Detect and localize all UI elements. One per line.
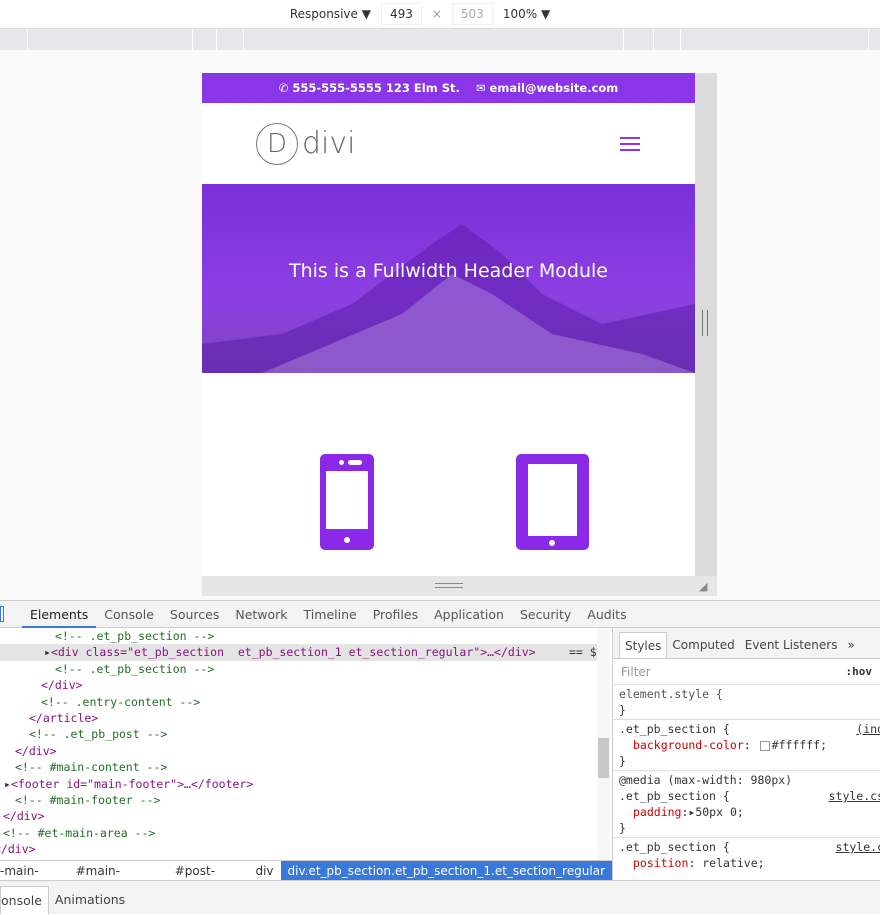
phone-info: ✆ 555-555-5555 123 Elm St.	[279, 81, 460, 95]
dom-line[interactable]: </div>	[0, 841, 597, 857]
dom-line-text: <footer id="main-footer">…</footer>	[10, 776, 254, 791]
dom-line[interactable]: <!-- #et-main-area -->	[0, 825, 597, 841]
rule-source-link[interactable]: style.cs	[829, 788, 880, 804]
rule-close: }	[619, 703, 626, 717]
rule-source-link[interactable]: style.c	[836, 839, 880, 855]
rule-close: }	[619, 754, 626, 768]
property-value[interactable]: 50px 0;	[695, 805, 743, 819]
dom-line[interactable]: <!-- #main-content -->	[0, 759, 597, 775]
email-link[interactable]: email@website.com	[490, 81, 619, 95]
smartphone-icon	[320, 454, 374, 550]
dom-line[interactable]: <!-- .et_pb_post -->	[0, 726, 597, 742]
breadcrumb-item[interactable]: -main-area	[0, 861, 69, 898]
rule-source-link[interactable]: (ind	[856, 721, 880, 737]
dom-line[interactable]: </article>	[0, 710, 597, 726]
tab-styles[interactable]: Styles	[619, 632, 668, 658]
logo-mark: D	[256, 122, 298, 165]
media-query: @media (max-width: 980px)	[619, 773, 793, 787]
dom-tree: <!-- .et_pb_section --> ▸<div class="et_…	[0, 628, 597, 860]
tab-network[interactable]: Network	[227, 601, 295, 628]
height-resize-handle[interactable]: ◢	[202, 576, 717, 596]
rule-selector: .et_pb_section {	[619, 722, 730, 736]
devtools-tabbar: Elements Console Sources Network Timelin…	[0, 600, 880, 628]
dom-line-footer[interactable]: ▸<footer id="main-footer">…</footer>	[0, 776, 597, 792]
rule-close: }	[619, 821, 626, 835]
device-toolbar: Responsive ▼ 493 × 503 100% ▼	[0, 0, 880, 29]
inspect-icon[interactable]	[0, 606, 4, 622]
times-sign: ×	[431, 7, 442, 21]
css-rule: .et_pb_section { style.c position: relat…	[613, 838, 880, 872]
width-resize-handle[interactable]	[695, 73, 717, 596]
site-header: D divi	[202, 103, 695, 184]
dom-line[interactable]: <!-- .entry-content -->	[0, 694, 597, 710]
device-viewport[interactable]: ✆ 555-555-5555 123 Elm St. ✉ email@websi…	[202, 73, 695, 576]
tab-timeline[interactable]: Timeline	[296, 601, 365, 628]
dom-line[interactable]: </div>	[0, 743, 597, 759]
color-swatch[interactable]	[759, 740, 770, 751]
dom-line[interactable]: <!-- .et_pb_section -->	[0, 661, 597, 677]
property-value[interactable]: relative;	[702, 856, 764, 870]
hamburger-menu-icon[interactable]	[620, 133, 640, 155]
tab-application[interactable]: Application	[426, 601, 512, 628]
filter-input[interactable]: Filter	[621, 665, 651, 679]
device-select[interactable]: Responsive ▼	[290, 7, 371, 21]
tab-security[interactable]: Security	[512, 601, 579, 628]
tab-computed[interactable]: Computed	[667, 632, 739, 658]
fullwidth-header: This is a Fullwidth Header Module	[202, 184, 695, 373]
email-info[interactable]: ✉ email@website.com	[476, 81, 618, 95]
css-rule: .et_pb_section { (ind background-color: …	[613, 720, 880, 771]
styles-filter[interactable]: Filter :hov	[613, 659, 880, 685]
width-input[interactable]: 493	[380, 3, 422, 25]
media-query-bar[interactable]	[0, 29, 880, 50]
tab-profiles[interactable]: Profiles	[365, 601, 426, 628]
zoom-select[interactable]: 100% ▼	[503, 7, 550, 21]
dom-tree-scrollbar[interactable]	[597, 628, 610, 860]
property-name[interactable]: padding	[633, 805, 681, 819]
hov-toggle[interactable]: :hov	[846, 665, 873, 678]
phone-icon: ✆	[278, 81, 289, 95]
corner-resize-icon[interactable]: ◢	[699, 580, 707, 593]
dom-line-text: <div class="et_pb_section et_pb_section_…	[50, 645, 536, 660]
logo-text: divi	[302, 126, 356, 161]
css-rule: @media (max-width: 980px) .et_pb_section…	[613, 771, 880, 838]
css-rule: element.style { }	[613, 685, 880, 720]
breadcrumb: -main-area #main-content #post-3529 div …	[0, 860, 613, 898]
selected-marker: == $0	[569, 645, 597, 660]
site-logo[interactable]: D divi	[256, 122, 356, 165]
drawer-tabbar: onsole Animations	[0, 880, 880, 914]
styles-tabbar: Styles Computed Event Listeners »	[613, 628, 880, 659]
tab-console[interactable]: Console	[96, 601, 162, 628]
breadcrumb-item[interactable]: #post-3529	[168, 861, 249, 898]
dom-line[interactable]: </div>	[0, 677, 597, 693]
dom-line[interactable]: <!-- #main-footer -->	[0, 792, 597, 808]
top-info-bar: ✆ 555-555-5555 123 Elm St. ✉ email@websi…	[202, 73, 695, 103]
rule-selector: element.style {	[619, 687, 723, 701]
property-name[interactable]: position	[633, 856, 688, 870]
dom-line-selected[interactable]: ▸<div class="et_pb_section et_pb_section…	[0, 644, 597, 661]
dom-line[interactable]: <!-- .et_pb_section -->	[0, 628, 597, 644]
device-label: Responsive	[289, 7, 358, 21]
breadcrumb-item[interactable]: div	[248, 861, 280, 881]
property-value[interactable]: #ffffff;	[772, 738, 827, 752]
styles-pane: Styles Computed Event Listeners » Filter…	[612, 628, 880, 880]
tablet-icon	[516, 454, 589, 550]
drawer-tab-console[interactable]: onsole	[0, 886, 49, 914]
dom-line[interactable]: </div>	[0, 808, 597, 824]
envelope-icon: ✉	[475, 81, 486, 95]
zoom-label: 100%	[502, 7, 538, 21]
height-input[interactable]: 503	[451, 3, 493, 25]
tab-audits[interactable]: Audits	[579, 601, 634, 628]
tab-sources[interactable]: Sources	[162, 601, 227, 628]
breadcrumb-item[interactable]: #main-content	[69, 861, 168, 898]
property-name[interactable]: background-color	[633, 738, 744, 752]
breadcrumb-item-selected[interactable]: div.et_pb_section.et_pb_section_1.et_sec…	[280, 860, 613, 881]
hero-title: This is a Fullwidth Header Module	[289, 259, 608, 282]
tab-event-listeners[interactable]: Event Listeners	[740, 632, 843, 658]
drawer-tab-animations[interactable]: Animations	[49, 886, 131, 914]
tab-elements[interactable]: Elements	[22, 601, 97, 628]
phone-text: 555-555-5555 123 Elm St.	[292, 81, 460, 95]
more-tabs-button[interactable]: »	[842, 632, 859, 658]
